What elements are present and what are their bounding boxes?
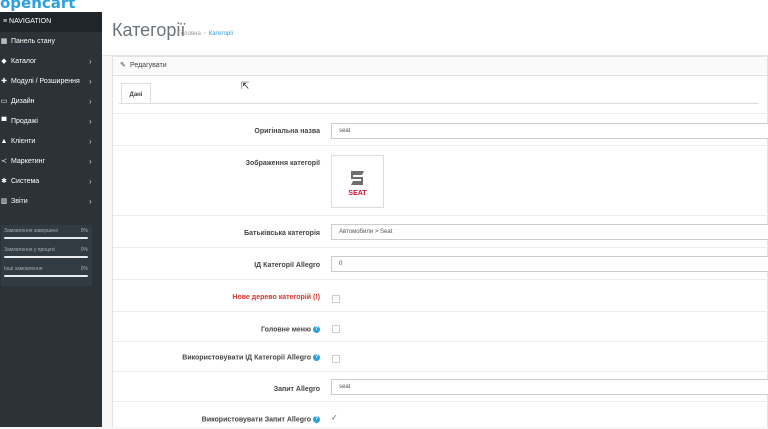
page-header: Категорії Головна › Категорії [102, 12, 768, 56]
pencil-icon: ✎ [120, 62, 126, 69]
help-icon[interactable]: ? [313, 354, 320, 361]
mouse-cursor-icon: ⇱ [241, 81, 250, 92]
sidebar-item-label: Звіти [11, 198, 28, 205]
form-row-allegro-query: Запит Allegro seat [113, 371, 768, 402]
panel-heading: ✎ Редагувати [113, 57, 767, 76]
form-row-main-menu: Головне меню? [113, 311, 768, 342]
chevron-right-icon: › [89, 177, 92, 186]
allegro-id-input[interactable]: 0 [331, 256, 768, 272]
allegro-query-label: Запит Allegro [273, 386, 320, 393]
share-icon: ≺ [1, 158, 7, 165]
puzzle-icon: ✚ [1, 78, 7, 85]
original-name-label: Оригінальна назва [254, 128, 320, 135]
breadcrumb-separator: › [203, 31, 206, 37]
sidebar-menu: ▦ Панель стану ◆ Каталог › ✚ Модулі / Ро… [0, 32, 102, 212]
stat-completed: Замовлення завершені 0% [1, 228, 92, 244]
use-allegro-query-checkbox[interactable]: ✓ [331, 413, 338, 422]
stat-other: Інші замовлення 0% [1, 266, 92, 282]
bar-chart-icon: ▥ [0, 198, 8, 205]
sidebar-item-reports[interactable]: ▥ Звіти › [0, 192, 102, 212]
sidebar-nav-title: ≡ NAVIGATION [0, 12, 102, 32]
chevron-right-icon: › [89, 157, 92, 166]
tab-bar: Дані [119, 83, 759, 104]
form-row-original-name: Оригінальна назва seat [113, 113, 768, 146]
svg-text:SEAT: SEAT [348, 190, 367, 197]
use-allegro-id-checkbox[interactable] [332, 355, 340, 363]
sidebar-item-label: Модулі / Розширення [11, 78, 80, 85]
sidebar-item-catalog[interactable]: ◆ Каталог › [0, 52, 102, 72]
original-name-input[interactable]: seat [331, 123, 768, 139]
form-row-image: Зображення категорії SEAT [113, 145, 768, 216]
sidebar-item-modules[interactable]: ✚ Модулі / Розширення › [0, 72, 102, 92]
main-menu-label: Головне меню? [261, 326, 320, 334]
chevron-right-icon: › [89, 137, 92, 146]
allegro-query-input[interactable]: seat [331, 379, 768, 395]
category-image-label: Зображення категорії [245, 160, 320, 167]
sidebar-item-label: Маркетинг [11, 158, 46, 165]
panel-title: Редагувати [130, 62, 167, 69]
chevron-right-icon: › [89, 197, 92, 206]
monitor-icon: ▭ [0, 98, 8, 105]
sidebar-item-dashboard[interactable]: ▦ Панель стану [0, 32, 102, 52]
breadcrumb: Головна › Категорії [178, 31, 233, 37]
parent-category-input[interactable]: Автомобили > Seat [331, 224, 768, 240]
help-icon[interactable]: ? [313, 326, 320, 333]
category-image-thumbnail[interactable]: SEAT [331, 155, 384, 208]
sidebar-item-design[interactable]: ▭ Дизайн › [0, 92, 102, 112]
sidebar-item-label: Каталог [11, 58, 37, 65]
tag-icon: ◆ [1, 58, 7, 65]
chevron-right-icon: › [89, 57, 92, 66]
user-icon: ▲ [0, 138, 8, 145]
page-title: Категорії [112, 20, 186, 40]
form-row-use-allegro-id: Використовувати ІД Категорії Allegro? [113, 341, 768, 372]
dashboard-icon: ▦ [0, 38, 8, 45]
sidebar-item-marketing[interactable]: ≺ Маркетинг › [0, 152, 102, 172]
form-row-new-tree: Нове дерево категорій (!) [113, 279, 768, 312]
breadcrumb-current[interactable]: Категорії [209, 31, 233, 37]
form-row-allegro-id: ІД Категорії Allegro 0 [113, 247, 768, 280]
chevron-right-icon: › [89, 77, 92, 86]
new-category-tree-label: Нове дерево категорій (!) [232, 294, 320, 301]
sidebar-item-sales[interactable]: ▀ Продажі › [0, 112, 102, 132]
progress-bar [4, 256, 88, 258]
sidebar: ≡ NAVIGATION ▦ Панель стану ◆ Каталог › … [0, 12, 102, 427]
sidebar-item-label: Продажі [11, 118, 38, 125]
use-allegro-id-label: Використовувати ІД Категорії Allegro? [182, 354, 320, 362]
allegro-id-label: ІД Категорії Allegro [254, 262, 320, 269]
sidebar-item-label: Панель стану [11, 38, 56, 45]
stat-processing: Замовлення у процесі 0% [1, 247, 92, 263]
gear-icon: ✱ [1, 178, 7, 185]
order-stats: Замовлення завершені 0% Замовлення у про… [1, 225, 92, 286]
sidebar-item-label: Система [11, 178, 40, 185]
chevron-right-icon: › [89, 117, 92, 126]
new-category-tree-checkbox[interactable] [332, 295, 340, 303]
edit-panel: ✎ Редагувати Дані Оригінальна назва seat… [112, 56, 768, 427]
cart-icon: ▀ [1, 118, 7, 125]
seat-logo-image: SEAT [348, 171, 367, 197]
opencart-logo[interactable]: opencart [0, 0, 75, 12]
sidebar-item-system[interactable]: ✱ Система › [0, 172, 102, 192]
breadcrumb-home[interactable]: Головна [178, 31, 201, 37]
main-content: Категорії Головна › Категорії ✎ Редагувати… [102, 12, 768, 427]
chevron-right-icon: › [89, 97, 92, 106]
sidebar-item-label: Клієнти [11, 138, 36, 145]
progress-bar [4, 237, 88, 239]
form-row-use-allegro-query: Використовувати Запит Allegro? ✓ [113, 401, 768, 429]
tab-data[interactable]: Дані [121, 83, 151, 103]
help-icon[interactable]: ? [313, 416, 320, 423]
parent-category-label: Батьківська категорія [244, 230, 320, 237]
form-row-parent: Батьківська категорія Автомобили > Seat [113, 215, 768, 248]
progress-bar [4, 275, 88, 277]
use-allegro-query-label: Використовувати Запит Allegro? [201, 416, 320, 424]
sidebar-item-label: Дизайн [11, 98, 35, 105]
sidebar-item-customers[interactable]: ▲ Клієнти › [0, 132, 102, 152]
main-menu-checkbox[interactable] [332, 325, 340, 333]
